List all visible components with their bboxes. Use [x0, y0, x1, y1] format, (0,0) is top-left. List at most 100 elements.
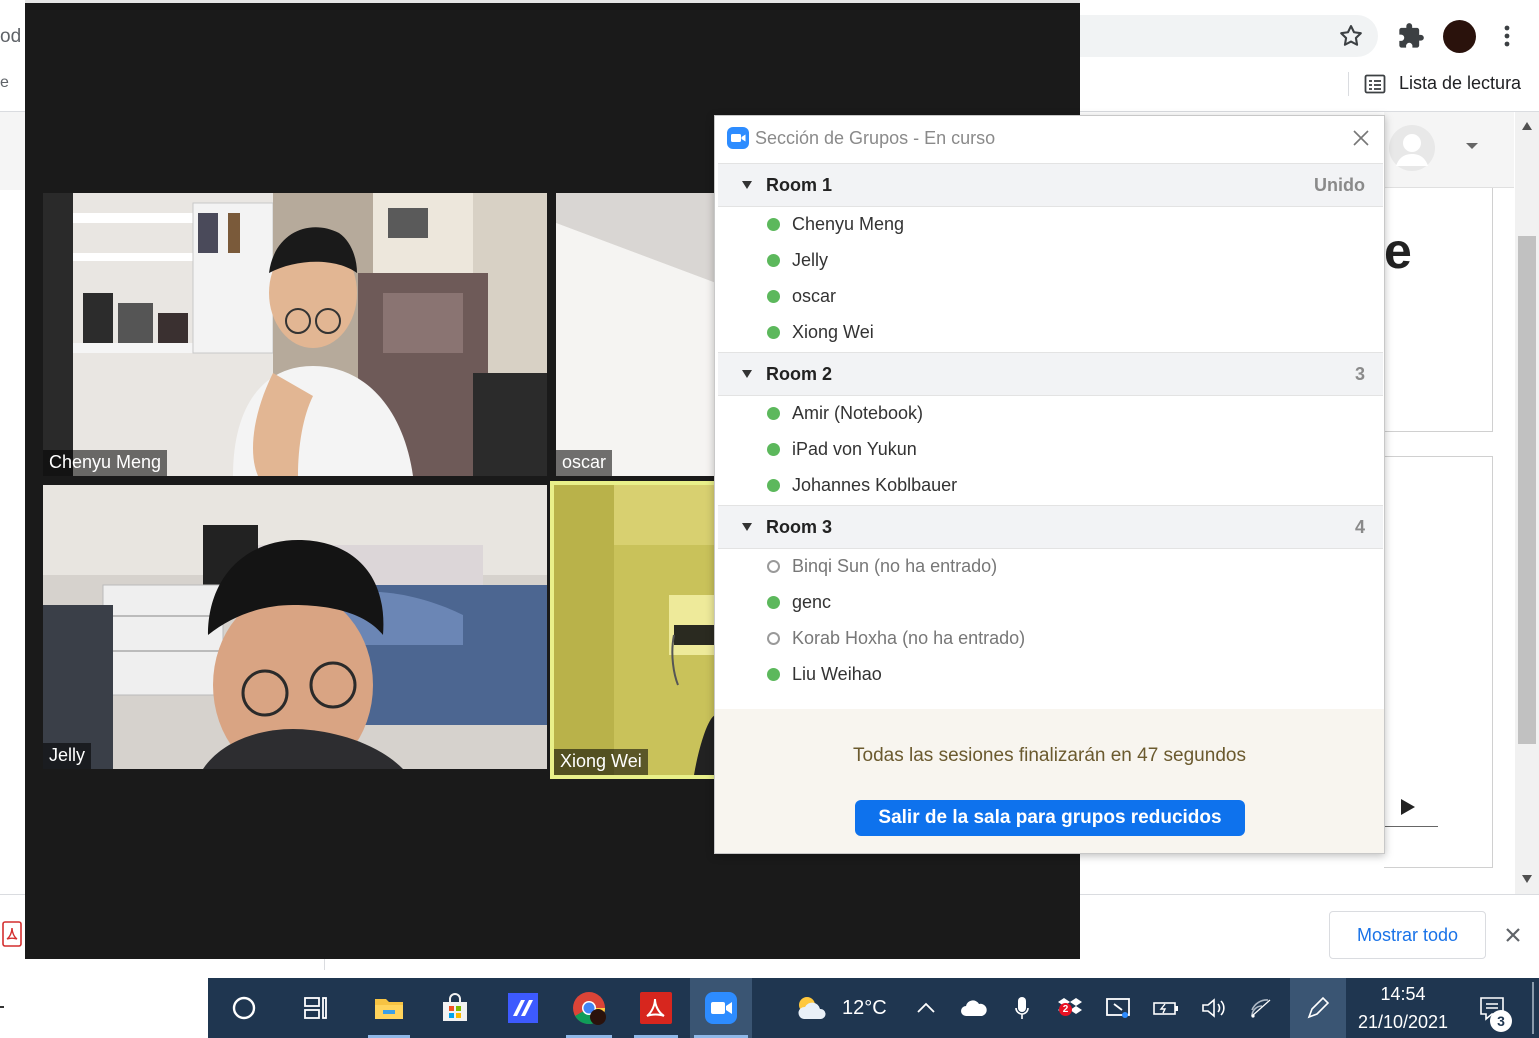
participant-name: genc: [792, 592, 832, 612]
status-dot-not-joined: [767, 560, 780, 573]
room-name: Room 1: [766, 175, 833, 195]
pen-icon: [1307, 996, 1330, 1019]
taskbar-chrome[interactable]: [562, 978, 616, 1038]
pdf-file-icon[interactable]: [2, 921, 22, 947]
video-feed: [554, 485, 716, 775]
panel-title: Sección de Grupos - En curso: [755, 128, 996, 148]
show-all-downloads-button[interactable]: Mostrar todo: [1329, 911, 1486, 959]
participant-name: Korab Hoxha (no ha entrado): [792, 628, 1026, 648]
participant-name: Xiong Wei: [792, 322, 874, 342]
countdown-message: Todas las sesiones finalizarán en 47 seg…: [853, 745, 1246, 766]
close-icon[interactable]: [1351, 128, 1371, 148]
scroll-down-icon[interactable]: [1521, 874, 1533, 884]
taskbar-acrobat[interactable]: [630, 978, 682, 1038]
participant-name: Chenyu Meng: [792, 214, 905, 234]
clock-time[interactable]: 14:54: [1356, 984, 1450, 1005]
status-dot-joined: [767, 668, 780, 681]
chevron-down-icon[interactable]: [742, 370, 752, 378]
address-bar[interactable]: [1080, 15, 1378, 57]
participant-item: Amir (Notebook): [715, 397, 1384, 433]
chevron-down-icon[interactable]: [742, 523, 752, 531]
volume-icon: [1202, 998, 1225, 1018]
bookmark-divider: [1348, 72, 1349, 96]
room-count: 4: [1354, 517, 1365, 537]
bookmark-star-icon[interactable]: [1337, 22, 1365, 50]
room-header-room-2[interactable]: Room 2 3: [718, 352, 1383, 396]
participant-name: Jelly: [792, 250, 829, 270]
weather-widget[interactable]: [790, 978, 832, 1038]
tray-pen[interactable]: [1290, 978, 1346, 1038]
video-tile-active-speaker[interactable]: Xiong Wei: [550, 481, 720, 779]
acrobat-icon: [640, 992, 672, 1024]
chevron-down-icon[interactable]: [742, 181, 752, 189]
menu-kebab-icon[interactable]: [1498, 22, 1516, 50]
notification-count-badge: 3: [1490, 1010, 1512, 1032]
tray-wifi[interactable]: [1246, 978, 1278, 1038]
leave-breakout-room-button[interactable]: Salir de la sala para grupos reducidos: [855, 800, 1245, 836]
store-icon: [443, 993, 467, 1021]
taskbar-file-explorer[interactable]: [364, 978, 414, 1038]
video-tile[interactable]: Chenyu Meng: [43, 193, 547, 476]
zoom-icon: [705, 992, 737, 1024]
profile-avatar[interactable]: [1443, 20, 1476, 53]
status-dot-joined: [767, 254, 780, 267]
tray-onedrive[interactable]: [958, 978, 990, 1038]
participant-name: Liu Weihao: [792, 664, 882, 684]
play-icon[interactable]: [1399, 797, 1417, 817]
page-heading-fragment: e: [1384, 223, 1412, 279]
tray-volume[interactable]: [1198, 978, 1230, 1038]
participant-name-label: oscar: [556, 450, 613, 476]
status-dot-joined: [767, 407, 780, 420]
participant-item: oscar: [715, 280, 1384, 316]
file-explorer-icon: [375, 999, 403, 1019]
cortana-button[interactable]: [220, 978, 268, 1038]
participant-name: Binqi Sun (no ha entrado): [792, 556, 998, 576]
chevron-down-icon[interactable]: [1465, 141, 1479, 151]
participant-name: Amir (Notebook): [792, 403, 924, 423]
weather-partly-sunny-icon: [798, 997, 826, 1019]
weather-temperature[interactable]: 12°C: [842, 997, 887, 1020]
show-hidden-icons-button[interactable]: [912, 978, 940, 1038]
video-tile[interactable]: Jelly: [43, 485, 547, 769]
chrome-icon: [573, 992, 606, 1025]
status-dot-joined: [767, 443, 780, 456]
task-view-icon: [304, 997, 327, 1019]
participant-item: Chenyu Meng: [715, 208, 1384, 244]
tray-microphone[interactable]: [1008, 978, 1036, 1038]
taskbar-zoom[interactable]: [690, 978, 752, 1038]
status-dot-joined: [767, 596, 780, 609]
reading-list-label[interactable]: Lista de lectura: [1399, 73, 1521, 94]
scrollbar-thumb[interactable]: [1518, 236, 1536, 744]
show-desktop-button[interactable]: [1532, 982, 1534, 1034]
reading-list-icon[interactable]: [1364, 73, 1386, 95]
participant-name: Johannes Koblbauer: [792, 475, 958, 495]
status-dot-joined: [767, 218, 780, 231]
close-icon[interactable]: [1503, 925, 1523, 945]
clock-date[interactable]: 21/10/2021: [1346, 1012, 1460, 1033]
media-progress-line: [1384, 826, 1438, 827]
task-view-button[interactable]: [290, 978, 342, 1038]
onedrive-cloud-icon: [961, 1000, 987, 1016]
panel-footer: Todas las sesiones finalizarán en 47 seg…: [715, 709, 1384, 853]
user-avatar-icon[interactable]: [1388, 124, 1436, 176]
participant-item: Binqi Sun (no ha entrado): [715, 550, 1384, 586]
tray-display[interactable]: [1102, 978, 1134, 1038]
tray-battery[interactable]: [1150, 978, 1182, 1038]
room-header-room-1[interactable]: Room 1 Unido: [718, 163, 1383, 207]
dropbox-badge: 2: [1059, 1003, 1072, 1016]
participant-item: iPad von Yukun: [715, 433, 1384, 469]
scroll-up-icon[interactable]: [1521, 121, 1533, 131]
taskbar-store[interactable]: [430, 978, 480, 1038]
taskbar-app[interactable]: [498, 978, 548, 1038]
video-feed: [556, 193, 716, 476]
participant-item: Jelly: [715, 244, 1384, 280]
app-icon: [508, 993, 538, 1023]
battery-charging-icon: [1153, 1002, 1178, 1015]
video-feed: [43, 193, 547, 476]
room-name: Room 2: [766, 364, 833, 384]
search-icon: [232, 996, 256, 1020]
extensions-icon[interactable]: [1397, 22, 1425, 50]
video-tile[interactable]: oscar: [556, 193, 716, 476]
page-left-strip: [0, 112, 25, 190]
room-header-room-3[interactable]: Room 3 4: [718, 505, 1383, 549]
